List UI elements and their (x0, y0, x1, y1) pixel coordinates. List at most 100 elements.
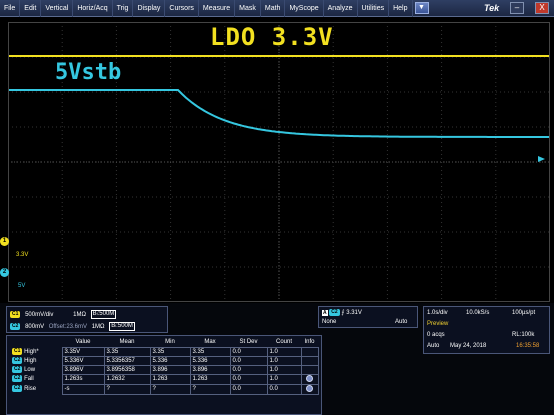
time-resolution: 100µs/pt (512, 310, 536, 316)
measurement-info-cell (300, 355, 319, 366)
menu-bar: File Edit Vertical Horiz/Acq Trig Display Curs… (0, 0, 554, 17)
menu-math[interactable]: Math (261, 0, 286, 17)
measurement-info-cell (300, 383, 319, 395)
ch2-impedance: 1MΩ (91, 324, 105, 331)
ch1-marker-label: 3.3V (16, 252, 29, 258)
measurement-mean: 3.8956358 (103, 364, 151, 375)
menu-utilities[interactable]: Utilities (358, 0, 390, 17)
measurement-source-badge: C2 (12, 365, 23, 373)
measurement-name: High* (24, 349, 39, 356)
measurement-count: 1.0 (266, 364, 302, 375)
sample-rate: 10.0kS/s (466, 310, 490, 316)
status-area: C1 500mV/div 1MΩ Bₗ:500M C2 800mV Offset… (0, 303, 554, 415)
measurement-name-cell: C2 High (10, 356, 62, 365)
header-info: Info (304, 339, 315, 346)
ch1-bandwidth: Bₗ:500M (90, 310, 117, 319)
menu-help[interactable]: Help (389, 0, 413, 17)
measurement-stdev: 0.0 (229, 346, 268, 357)
measurement-name: Rise (24, 386, 37, 393)
measurement-max: 5.336 (189, 355, 231, 366)
measurement-panel[interactable]: Value Mean Min Max St Dev Count Info C1 … (6, 335, 322, 415)
menu-dropdown-button[interactable]: ▼ (414, 2, 429, 14)
menu-vertical[interactable]: Vertical (41, 0, 74, 17)
ch1-ground-marker[interactable]: 1 (0, 237, 9, 246)
trigger-edge-icon: ⨍ (341, 310, 345, 317)
measurement-info-cell (300, 346, 319, 357)
trigger-sweep: Auto (395, 319, 408, 325)
measurement-row[interactable]: C2 Fall 1.263s 1.2632 1.263 1.263 0.0 1.0 (10, 373, 319, 385)
header-stdev: St Dev (239, 339, 258, 346)
measurement-max: 3.35 (189, 346, 231, 357)
measurement-info-cell (300, 364, 319, 375)
measurement-mean: ? (103, 383, 151, 395)
time: 16:35:58 (516, 343, 540, 349)
measurement-name-cell: C1 High* (10, 347, 62, 356)
measurement-value: 5.336V (61, 355, 105, 366)
trigger-coupling: None (322, 319, 337, 325)
ch2-scale: 800mV (25, 324, 45, 331)
measurement-max: ? (189, 383, 231, 395)
measurement-source-badge: C2 (12, 375, 23, 383)
measurement-count: 1.0 (266, 373, 302, 385)
measurement-max: 1.263 (189, 373, 231, 385)
measurement-name-cell: C2 Fall (10, 374, 62, 384)
measurement-min: 5.336 (149, 355, 191, 366)
menu-mask[interactable]: Mask (235, 0, 261, 17)
menu-file[interactable]: File (0, 0, 21, 17)
channel-row[interactable]: C2 800mV Offset:23.6mV 1MΩ Bₗ:500M (10, 322, 138, 331)
header-max: Max (204, 339, 216, 346)
close-button[interactable]: X (535, 2, 549, 14)
ch1-scale: 500mV/div (25, 312, 54, 319)
header-count: Count (275, 339, 292, 346)
measurement-min: ? (149, 383, 191, 395)
measurement-name: High (24, 358, 37, 365)
ch2-offset: Offset:23.6mV (48, 324, 88, 331)
time-per-div: 1.0s/div (427, 310, 448, 316)
measurement-name: Fall (24, 376, 34, 383)
measurement-min: 3.35 (149, 346, 191, 357)
measurement-min: 3.896 (149, 364, 191, 375)
menu-display[interactable]: Display (133, 0, 166, 17)
trigger-level-indicator (538, 156, 545, 162)
measurement-value: -s (61, 383, 105, 395)
trigger-level: 3.31V (346, 310, 362, 317)
menu-measure[interactable]: Measure (199, 0, 236, 17)
record-length: RL:100k (512, 332, 535, 338)
channel-settings-panel[interactable]: C1 500mV/div 1MΩ Bₗ:500M C2 800mV Offset… (6, 306, 168, 333)
measurement-row[interactable]: C1 High* 3.35V 3.35 3.35 3.35 0.0 1.0 (10, 346, 319, 357)
menu-horiz-acq[interactable]: Horiz/Acq (73, 0, 113, 17)
measurement-stdev: 0.0 (229, 383, 268, 395)
minimize-button[interactable]: – (510, 2, 524, 14)
menu-edit[interactable]: Edit (20, 0, 42, 17)
measurement-count: 1.0 (266, 346, 302, 357)
measurement-count: 0.0 (266, 383, 302, 395)
info-icon[interactable] (306, 374, 313, 382)
trigger-panel[interactable]: A C2 ⨍ 3.31V None Auto (318, 306, 418, 328)
measurement-row[interactable]: C2 Low 3.896V 3.8956358 3.896 3.896 0.0 1.0 (10, 364, 319, 375)
measurement-max: 3.896 (189, 364, 231, 375)
ch1-impedance: 1MΩ (73, 312, 86, 319)
vstb-trace-label: 5Vstb (55, 60, 122, 85)
measurement-name-cell: C2 Rise (10, 384, 62, 394)
measurement-mean: 5.3356357 (103, 355, 151, 366)
brand-logo: Tek (484, 3, 500, 13)
header-min: Min (165, 339, 175, 346)
channel-row[interactable]: C1 500mV/div 1MΩ Bₗ:500M (10, 310, 119, 319)
menu-myscope[interactable]: MyScope (285, 0, 324, 17)
measurement-value: 1.263s (61, 373, 105, 385)
measurement-row[interactable]: C2 High 5.336V 5.3356357 5.336 5.336 0.0 1.0 (10, 355, 319, 366)
menu-cursors[interactable]: Cursors (165, 0, 199, 17)
measurement-header-row: Value Mean Min Max St Dev Count Info (10, 338, 318, 347)
measurement-mean: 1.2632 (103, 373, 151, 385)
menu-trig[interactable]: Trig (113, 0, 134, 17)
info-icon[interactable] (306, 384, 313, 392)
trigger-mode-badge: A (322, 310, 328, 317)
measurement-stdev: 0.0 (229, 355, 268, 366)
acquisition-panel[interactable]: 1.0s/div 10.0kS/s 100µs/pt Preview 0 acq… (423, 306, 550, 354)
menu-analyze[interactable]: Analyze (324, 0, 358, 17)
measurement-min: 1.263 (149, 373, 191, 385)
ch2-ground-marker[interactable]: 2 (0, 268, 9, 277)
measurement-row[interactable]: C2 Rise -s??? 0.0 0.0 (10, 383, 319, 395)
header-name (10, 338, 62, 347)
date: May 24, 2018 (450, 343, 487, 349)
